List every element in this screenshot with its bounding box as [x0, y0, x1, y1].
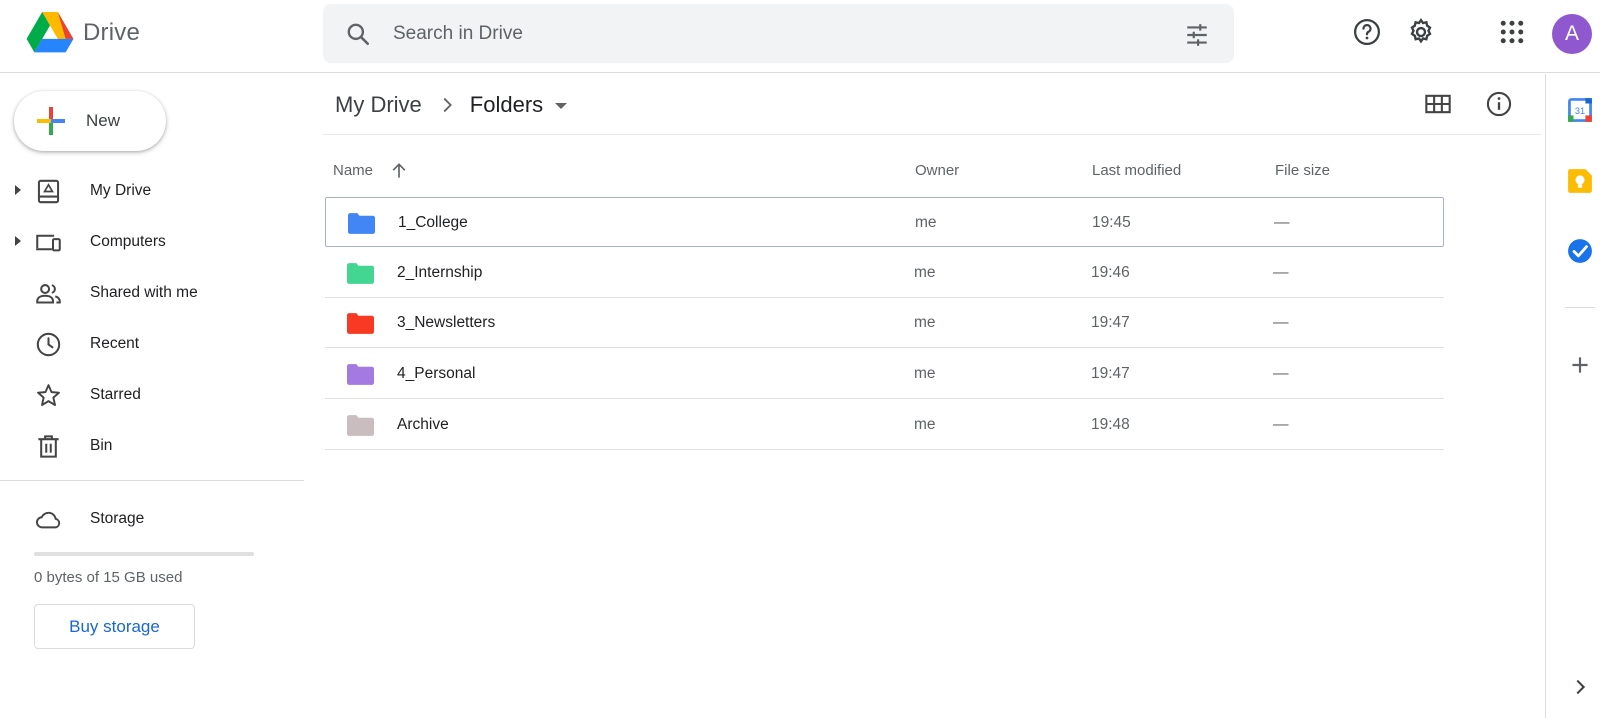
- folder-icon: [347, 263, 374, 284]
- folder-icon: [347, 364, 374, 385]
- keep-icon[interactable]: [1567, 168, 1593, 194]
- new-button[interactable]: New: [14, 91, 166, 151]
- chevron-right-icon: [443, 97, 452, 113]
- account-avatar[interactable]: A: [1552, 14, 1592, 54]
- grid-view-icon[interactable]: [1424, 90, 1452, 118]
- sidebar-item-label: Bin: [90, 437, 113, 454]
- file-last-modified: 19:45: [1092, 214, 1131, 231]
- file-size: —: [1273, 314, 1289, 331]
- sidebar-divider: [0, 480, 304, 481]
- app-name: Drive: [83, 19, 141, 46]
- folder-icon: [348, 213, 375, 234]
- sidebar-item-shared-with-me[interactable]: Shared with me: [0, 270, 300, 316]
- storage-label: Storage: [90, 510, 145, 527]
- file-last-modified: 19:46: [1091, 264, 1130, 281]
- tasks-icon[interactable]: [1567, 238, 1593, 264]
- storage-usage-bar: [34, 552, 254, 556]
- breadcrumb-my-drive[interactable]: My Drive: [335, 92, 422, 118]
- file-size: —: [1273, 365, 1289, 382]
- file-size: —: [1274, 214, 1290, 231]
- file-owner: me: [915, 214, 937, 231]
- file-name: 1_College: [398, 214, 468, 231]
- file-owner: me: [914, 314, 936, 331]
- sidebar-item-computers[interactable]: Computers: [0, 219, 300, 265]
- table-row[interactable]: 4_Personal me 19:47 —: [325, 349, 1444, 399]
- plus-add-addon-icon[interactable]: [1567, 352, 1593, 378]
- sidebar-item-recent[interactable]: Recent: [0, 321, 300, 367]
- column-header-file-size[interactable]: File size: [1275, 162, 1330, 179]
- table-row[interactable]: 2_Internship me 19:46 —: [325, 248, 1444, 298]
- sidebar-item-label: Starred: [90, 386, 141, 403]
- search-bar[interactable]: [323, 4, 1234, 63]
- file-owner: me: [914, 264, 936, 281]
- shared-people-icon: [36, 284, 61, 304]
- search-icon[interactable]: [345, 21, 371, 47]
- calendar-icon[interactable]: 31: [1567, 97, 1593, 123]
- info-icon[interactable]: [1485, 90, 1513, 118]
- settings-gear-icon[interactable]: [1406, 17, 1436, 47]
- folder-menu-caret-icon[interactable]: [555, 103, 568, 109]
- plus-color-icon: [37, 107, 65, 135]
- new-button-label: New: [86, 111, 121, 130]
- sidebar-item-label: Recent: [90, 335, 140, 352]
- rail-divider: [1565, 307, 1595, 308]
- file-size: —: [1273, 416, 1289, 433]
- file-size: —: [1273, 264, 1289, 281]
- chevron-right-icon[interactable]: [1569, 676, 1591, 698]
- sort-arrow-up-icon[interactable]: [389, 161, 409, 181]
- table-row[interactable]: Archive me 19:48 —: [325, 400, 1444, 450]
- main-divider: [323, 134, 1541, 135]
- breadcrumb: My Drive Folders: [335, 90, 568, 120]
- table-row[interactable]: 3_Newsletters me 19:47 —: [325, 298, 1444, 348]
- file-name: 2_Internship: [397, 264, 483, 281]
- cloud-icon: [36, 511, 61, 529]
- expand-caret-icon[interactable]: [15, 185, 21, 195]
- drive-logo-icon: [26, 12, 74, 53]
- expand-caret-icon[interactable]: [15, 236, 21, 246]
- sidebar-item-label: Shared with me: [90, 284, 198, 301]
- column-header-owner[interactable]: Owner: [915, 162, 959, 179]
- file-last-modified: 19:47: [1091, 314, 1130, 331]
- calendar-date: 31: [1575, 106, 1585, 116]
- file-name: 3_Newsletters: [397, 314, 496, 331]
- search-input[interactable]: [393, 4, 1153, 63]
- search-options-icon[interactable]: [1184, 22, 1210, 48]
- sidebar-item-bin[interactable]: Bin: [0, 423, 300, 469]
- help-icon[interactable]: [1352, 17, 1382, 47]
- apps-grid-icon[interactable]: [1497, 17, 1527, 47]
- clock-icon: [36, 332, 61, 357]
- computers-icon: [36, 234, 61, 252]
- table-row[interactable]: 1_College me 19:45 —: [325, 197, 1444, 247]
- file-owner: me: [914, 365, 936, 382]
- file-last-modified: 19:48: [1091, 416, 1130, 433]
- sidebar-item-my-drive[interactable]: My Drive: [0, 168, 300, 214]
- sidebar-item-label: Computers: [90, 233, 166, 250]
- buy-storage-button[interactable]: Buy storage: [34, 604, 195, 649]
- folder-icon: [347, 415, 374, 436]
- sidebar-item-label: My Drive: [90, 182, 152, 199]
- column-header-name[interactable]: Name: [333, 162, 373, 179]
- file-name: 4_Personal: [397, 365, 476, 382]
- column-header-last-modified[interactable]: Last modified: [1092, 162, 1181, 179]
- sidebar-item-starred[interactable]: Starred: [0, 372, 300, 418]
- trash-icon: [38, 435, 59, 458]
- top-bar: Drive A: [0, 0, 1600, 73]
- drive-logo[interactable]: Drive: [26, 12, 140, 54]
- file-name: Archive: [397, 416, 449, 433]
- my-drive-icon: [37, 179, 60, 204]
- file-last-modified: 19:47: [1091, 365, 1130, 382]
- folder-icon: [347, 313, 374, 334]
- sidebar-item-storage[interactable]: Storage: [0, 496, 300, 542]
- breadcrumb-current-folder[interactable]: Folders: [470, 92, 543, 118]
- star-icon: [37, 384, 60, 407]
- storage-used-text: 0 bytes of 15 GB used: [34, 569, 183, 586]
- file-owner: me: [914, 416, 936, 433]
